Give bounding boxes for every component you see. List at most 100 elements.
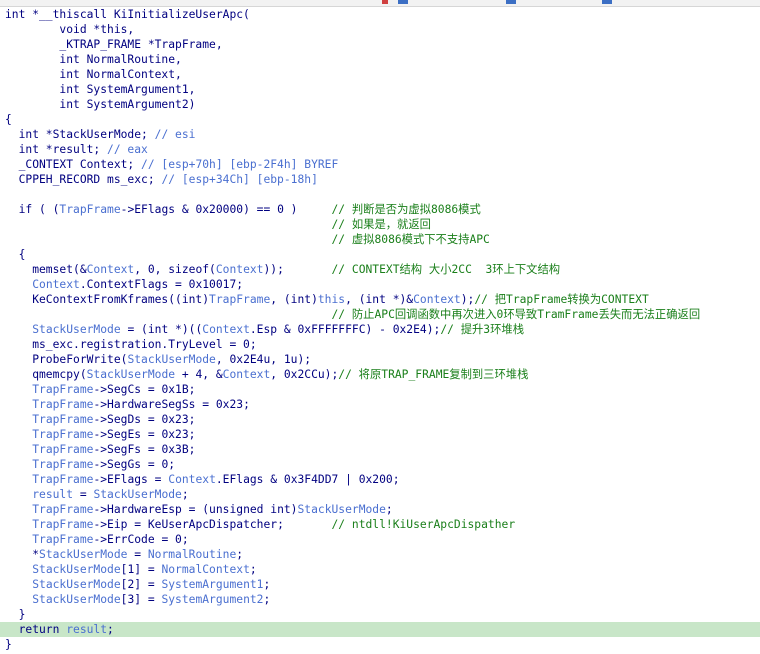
code-comment: // 将原TRAP_FRAME复制到三环堆栈 — [338, 368, 529, 381]
code-identifier: Context — [86, 263, 135, 276]
code-text: int *result; — [5, 143, 108, 156]
code-identifier: Context — [168, 473, 216, 486]
code-identifier: Context — [202, 323, 250, 336]
code-line[interactable]: StackUserMode[3] = SystemArgument2; — [0, 592, 760, 607]
code-line[interactable]: _CONTEXT Context; // [esp+70h] [ebp-2F4h… — [0, 157, 760, 172]
code-line[interactable]: int NormalContext, — [0, 67, 760, 82]
code-line[interactable] — [0, 187, 760, 202]
code-identifier: // [esp+70h] [ebp-2F4h] BYREF — [141, 158, 339, 171]
code-comment: // CONTEXT结构 大小2CC 3环上下文结构 — [331, 263, 561, 276]
tab-indicator[interactable] — [382, 0, 388, 4]
code-text: return — [5, 623, 67, 636]
code-line[interactable]: TrapFrame->EFlags = Context.EFlags & 0x3… — [0, 472, 760, 487]
code-text: , (int *)& — [345, 293, 414, 306]
code-text: [1] = — [120, 563, 162, 576]
tab-strip[interactable] — [0, 0, 760, 7]
tab-indicator[interactable] — [506, 0, 516, 4]
tab-indicator[interactable] — [602, 0, 612, 4]
code-line[interactable]: TrapFrame->SegGs = 0; — [0, 457, 760, 472]
code-line[interactable]: TrapFrame->HardwareSegSs = 0x23; — [0, 397, 760, 412]
code-line[interactable]: TrapFrame->SegFs = 0x3B; — [0, 442, 760, 457]
code-line[interactable]: Context.ContextFlags = 0x10017; — [0, 277, 760, 292]
code-identifier: result — [32, 488, 74, 501]
code-line[interactable]: // 虚拟8086模式下不支持APC — [0, 232, 760, 247]
code-comment: // 把TrapFrame转换为CONTEXT — [474, 293, 649, 306]
code-line[interactable]: StackUserMode[2] = SystemArgument1; — [0, 577, 760, 592]
code-line[interactable]: TrapFrame->SegEs = 0x23; — [0, 427, 760, 442]
code-line[interactable]: ProbeForWrite(StackUserMode, 0x2E4u, 1u)… — [0, 352, 760, 367]
code-text: ; — [181, 488, 189, 501]
code-line[interactable]: { — [0, 112, 760, 127]
code-text: ; — [249, 563, 257, 576]
code-line[interactable]: TrapFrame->HardwareEsp = (unsigned int)S… — [0, 502, 760, 517]
code-identifier: TrapFrame — [32, 503, 94, 516]
code-line[interactable]: StackUserMode[1] = NormalContext; — [0, 562, 760, 577]
code-line[interactable]: int *StackUserMode; // esi — [0, 127, 760, 142]
code-text: int NormalContext, — [5, 68, 182, 81]
code-line[interactable]: int *result; // eax — [0, 142, 760, 157]
code-line[interactable]: } — [0, 637, 760, 652]
code-text: ); — [460, 293, 475, 306]
code-line[interactable]: TrapFrame->SegCs = 0x1B; — [0, 382, 760, 397]
code-line[interactable]: int SystemArgument2) — [0, 97, 760, 112]
code-line[interactable]: if ( (TrapFrame->EFlags & 0x20000) == 0 … — [0, 202, 760, 217]
code-identifier: TrapFrame — [209, 293, 271, 306]
code-line[interactable]: memset(&Context, 0, sizeof(Context)); //… — [0, 262, 760, 277]
code-line[interactable]: } — [0, 607, 760, 622]
code-text: * — [5, 548, 40, 561]
code-line[interactable]: // 如果是，就返回 — [0, 217, 760, 232]
code-identifier: // esi — [154, 128, 196, 141]
code-line[interactable]: TrapFrame->Eip = KeUserApcDispatcher; //… — [0, 517, 760, 532]
code-line[interactable]: int NormalRoutine, — [0, 52, 760, 67]
code-identifier: StackUserMode — [32, 593, 121, 606]
code-identifier: StackUserMode — [86, 368, 176, 381]
pseudocode-view[interactable]: int *__thiscall KiInitializeUserApc( voi… — [0, 7, 760, 652]
code-line[interactable]: CPPEH_RECORD ms_exc; // [esp+34Ch] [ebp-… — [0, 172, 760, 187]
code-text: ; — [236, 548, 244, 561]
code-text: } — [5, 638, 12, 651]
code-line[interactable]: StackUserMode = (int *)((Context.Esp & 0… — [0, 322, 760, 337]
code-line-current[interactable]: return result; — [0, 622, 760, 637]
code-identifier: TrapFrame — [32, 533, 94, 546]
code-line[interactable]: // 防止APC回调函数中再次进入0环导致TramFrame丢失而无法正确返回 — [0, 307, 760, 322]
code-text: ProbeForWrite( — [5, 353, 128, 366]
code-text: ; — [107, 623, 114, 636]
code-identifier: this — [317, 293, 346, 306]
code-line[interactable]: TrapFrame->ErrCode = 0; — [0, 532, 760, 547]
code-identifier: StackUserMode — [297, 503, 386, 516]
code-text: , 0x2CCu); — [270, 368, 339, 381]
code-text: int SystemArgument1, — [5, 83, 196, 96]
code-identifier: NormalRoutine — [147, 548, 237, 561]
code-identifier: TrapFrame — [32, 383, 94, 396]
code-text: void *this, — [5, 23, 135, 36]
code-line[interactable]: ms_exc.registration.TryLevel = 0; — [0, 337, 760, 352]
code-line[interactable]: KeContextFromKframes((int)TrapFrame , (in… — [0, 292, 760, 307]
code-text: , 0, sizeof( — [134, 263, 216, 276]
code-identifier: Context — [222, 368, 271, 381]
code-line[interactable]: void *this, — [0, 22, 760, 37]
code-identifier: TrapFrame — [32, 443, 94, 456]
code-line[interactable]: int *__thiscall KiInitializeUserApc( — [0, 7, 760, 22]
code-line[interactable]: { — [0, 247, 760, 262]
code-comment: // ntdll!KiUserApcDispather — [331, 518, 516, 531]
code-line[interactable]: *StackUserMode = NormalRoutine; — [0, 547, 760, 562]
code-text: ; — [263, 593, 271, 606]
code-text: .EFlags & 0x3F4DD7 | 0x200; — [215, 473, 400, 486]
code-text: )); — [263, 263, 332, 276]
tab-indicator[interactable] — [398, 0, 408, 4]
code-line[interactable]: TrapFrame->SegDs = 0x23; — [0, 412, 760, 427]
code-line[interactable]: int SystemArgument1, — [0, 82, 760, 97]
code-line[interactable]: result = StackUserMode; — [0, 487, 760, 502]
code-text: ->EFlags = — [93, 473, 169, 486]
code-line[interactable]: _KTRAP_FRAME *TrapFrame, — [0, 37, 760, 52]
code-text: [3] = — [120, 593, 162, 606]
code-line[interactable]: qmemcpy(StackUserMode + 4, &Context, 0x2… — [0, 367, 760, 382]
code-text: ->SegEs = 0x23; — [93, 428, 196, 441]
code-text: KeContextFromKframes((int) — [5, 293, 210, 306]
